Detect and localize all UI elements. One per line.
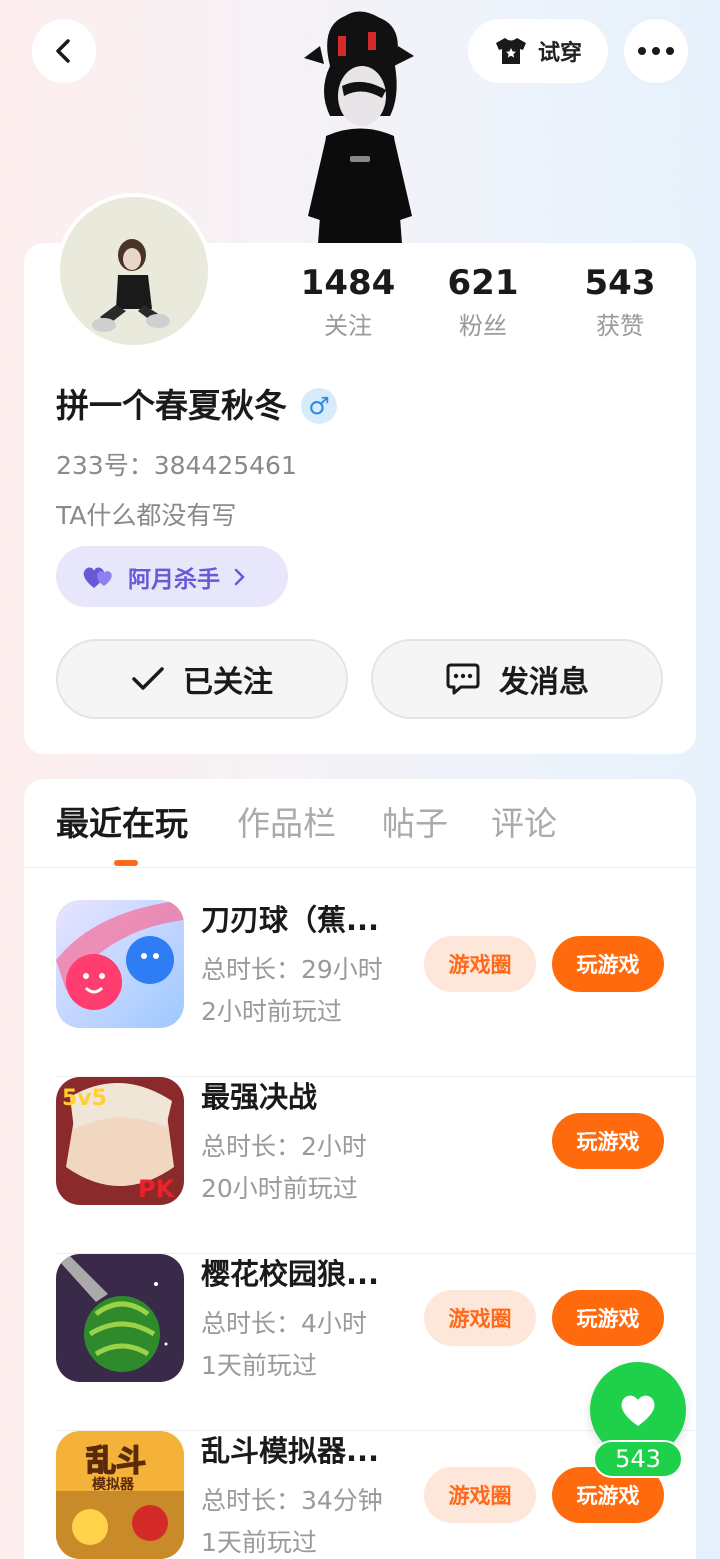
following-button-label: 已关注 (183, 665, 273, 700)
checkmark-icon (132, 667, 164, 690)
double-heart-icon (83, 566, 112, 588)
game-last-played: 20小时前玩过 (201, 1174, 358, 1203)
game-circle-button[interactable]: 游戏圈 (424, 1290, 536, 1346)
game-icon-brawl-title: 乱斗 (86, 1444, 146, 1479)
active-tab-indicator (114, 860, 138, 866)
game-name: 刀刃球（蕉... (201, 903, 380, 937)
try-on-button[interactable]: 试穿 (468, 19, 608, 83)
game-last-played: 1天前玩过 (201, 1528, 317, 1557)
username-row: 拼一个春夏秋冬 ♂ (56, 382, 337, 430)
chat-bubble-icon (446, 663, 480, 695)
avatar-character-figure (304, 11, 414, 244)
like-count-badge: 543 (593, 1440, 683, 1478)
avatar[interactable] (56, 193, 212, 349)
heart-icon (621, 1395, 655, 1426)
tab-posts[interactable]: 帖子 (382, 800, 448, 848)
username: 拼一个春夏秋冬 (56, 386, 287, 425)
play-game-button[interactable]: 玩游戏 (552, 1113, 664, 1169)
likes-count: 543 (584, 263, 656, 303)
fans-count: 621 (447, 263, 519, 303)
game-icon (56, 900, 184, 1028)
user-id: 233号：384425461 (56, 451, 297, 480)
game-duration: 总时长：2小时 (201, 1132, 367, 1161)
following-count: 1484 (300, 263, 396, 303)
game-duration: 总时长：29小时 (201, 955, 383, 984)
game-last-played: 1天前玩过 (201, 1351, 317, 1380)
stat-following[interactable]: 1484 关注 (288, 262, 408, 341)
tab-works[interactable]: 作品栏 (237, 800, 336, 848)
game-name: 最强决战 (201, 1080, 318, 1114)
game-circle-button[interactable]: 游戏圈 (424, 936, 536, 992)
stat-fans[interactable]: 621 粉丝 (423, 262, 543, 341)
likes-label: 获赞 (596, 312, 644, 340)
game-icon (56, 1254, 184, 1382)
game-icon-pk-badge: PK (138, 1175, 176, 1203)
send-message-label: 发消息 (499, 665, 589, 700)
chevron-right-icon (234, 568, 245, 585)
game-circle-button[interactable]: 游戏圈 (424, 1467, 536, 1523)
relationship-tag-label: 阿月杀手 (128, 566, 220, 593)
play-game-button[interactable]: 玩游戏 (552, 1290, 664, 1346)
try-on-label: 试穿 (537, 41, 582, 66)
stat-likes[interactable]: 543 获赞 (560, 262, 680, 341)
chevron-left-icon (56, 39, 70, 63)
game-last-played: 2小时前玩过 (201, 997, 342, 1026)
bio-text: TA什么都没有写 (56, 501, 237, 530)
play-game-button[interactable]: 玩游戏 (552, 936, 664, 992)
tshirt-icon (495, 38, 526, 64)
relationship-tag[interactable]: 阿月杀手 (56, 546, 288, 607)
following-button[interactable]: 已关注 (56, 639, 348, 719)
game-name: 乱斗模拟器... (201, 1434, 380, 1468)
fans-label: 粉丝 (459, 312, 507, 340)
game-icon-brawl-subtitle: 模拟器 (92, 1476, 135, 1493)
game-row[interactable]: 5v5 PK 最强决战 总时长：2小时 20小时前玩过 玩游戏 (56, 1077, 696, 1254)
tabs-divider (24, 867, 696, 868)
send-message-button[interactable]: 发消息 (371, 639, 663, 719)
following-label: 关注 (324, 312, 372, 340)
game-icon-5v5-badge: 5v5 (62, 1086, 107, 1111)
back-button[interactable] (32, 19, 96, 83)
game-duration: 总时长：34分钟 (201, 1486, 383, 1515)
avatar-image (60, 197, 208, 345)
game-name: 樱花校园狼... (201, 1257, 380, 1291)
game-icon: 5v5 PK (56, 1077, 184, 1205)
game-duration: 总时长：4小时 (201, 1309, 367, 1338)
game-icon: 乱斗 模拟器 (56, 1431, 184, 1559)
game-row[interactable]: 刀刃球（蕉... 总时长：29小时 2小时前玩过 游戏圈 玩游戏 (56, 900, 696, 1077)
male-gender-icon: ♂ (301, 388, 337, 424)
more-button[interactable] (624, 19, 688, 83)
tab-recently-played[interactable]: 最近在玩 (56, 800, 188, 848)
more-dots-icon (638, 47, 674, 55)
tab-comments[interactable]: 评论 (491, 800, 557, 848)
